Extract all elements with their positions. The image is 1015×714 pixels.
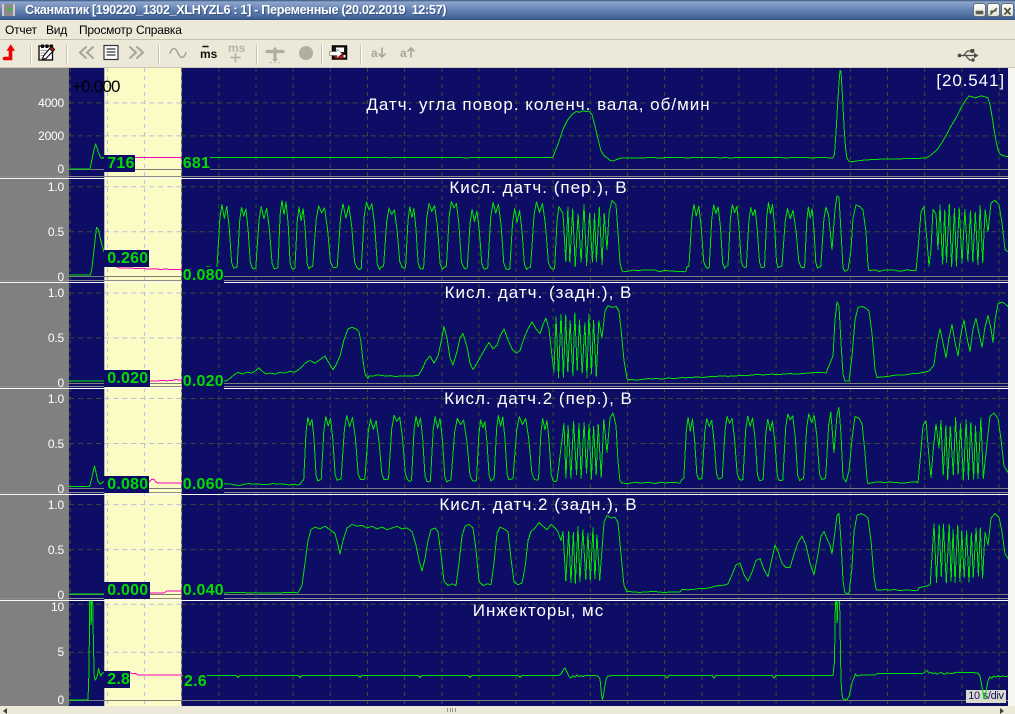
svg-text:a: a xyxy=(371,46,378,60)
svg-text:a: a xyxy=(400,46,407,60)
svg-text:ms: ms xyxy=(200,47,218,61)
svg-text:ms: ms xyxy=(228,41,246,55)
